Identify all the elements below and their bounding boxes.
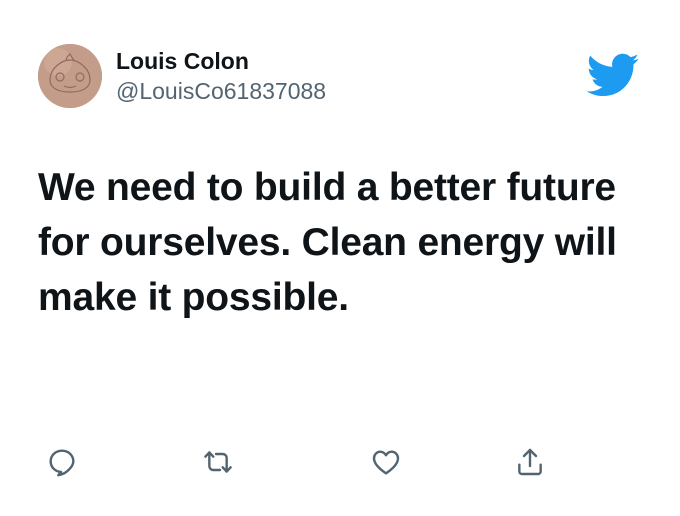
display-name[interactable]: Louis Colon bbox=[116, 46, 326, 76]
reply-button[interactable] bbox=[40, 440, 84, 484]
heart-icon bbox=[372, 450, 400, 475]
tweet-card: Louis Colon @LouisCo61837088 We need to … bbox=[0, 0, 680, 516]
reply-icon bbox=[49, 449, 75, 477]
retweet-icon bbox=[204, 451, 232, 473]
avatar-face-icon bbox=[38, 44, 102, 108]
twitter-bird-icon bbox=[584, 52, 640, 98]
user-handle[interactable]: @LouisCo61837088 bbox=[116, 76, 326, 106]
share-button[interactable] bbox=[508, 440, 552, 484]
tweet-author: Louis Colon @LouisCo61837088 bbox=[116, 46, 326, 106]
tweet-text: We need to build a better future for our… bbox=[38, 166, 617, 319]
like-button[interactable] bbox=[364, 440, 408, 484]
share-icon bbox=[518, 448, 542, 476]
avatar[interactable] bbox=[38, 44, 102, 108]
retweet-button[interactable] bbox=[196, 440, 240, 484]
tweet-actions bbox=[0, 440, 680, 484]
